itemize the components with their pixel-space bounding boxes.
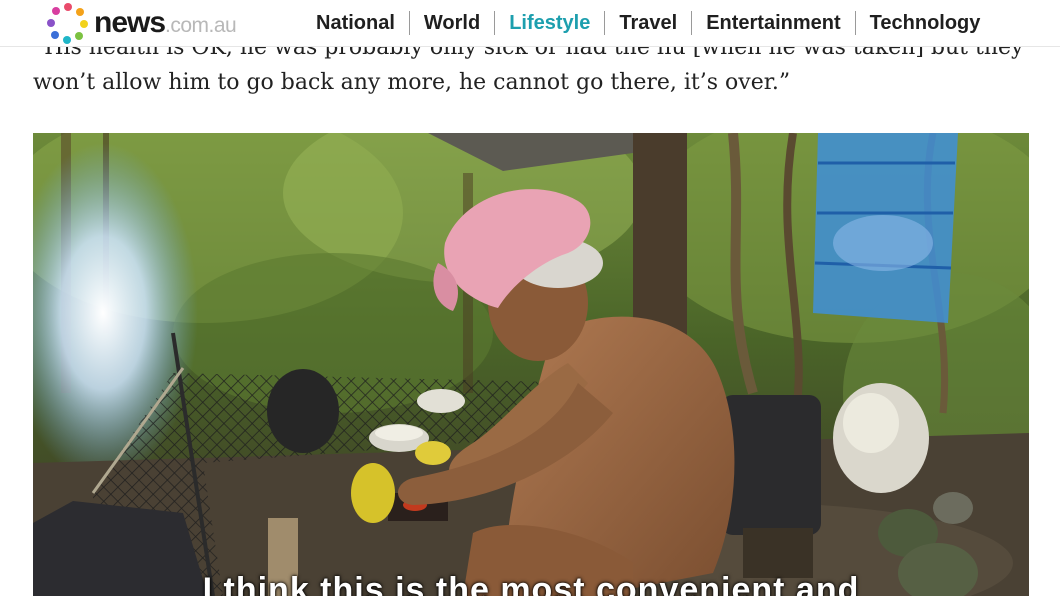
logo-tld-text: .com.au — [165, 14, 237, 37]
photo-illustration — [33, 133, 1029, 596]
logo-dots-icon — [46, 2, 90, 44]
nav-item-technology[interactable]: Technology — [856, 12, 995, 35]
site-header: news .com.au National World Lifestyle Tr… — [0, 0, 1060, 47]
nav-item-travel[interactable]: Travel — [605, 12, 691, 35]
nav-item-world[interactable]: World — [410, 12, 494, 35]
nav-item-lifestyle[interactable]: Lifestyle — [495, 12, 604, 35]
nav-item-national[interactable]: National — [316, 12, 409, 35]
video-subtitle: I think this is the most convenient and — [202, 571, 860, 596]
site-logo[interactable]: news .com.au — [46, 2, 237, 44]
nav-item-entertainment[interactable]: Entertainment — [692, 12, 854, 35]
logo-wordmark: news .com.au — [94, 6, 237, 40]
article-photo[interactable]: I think this is the most convenient and — [33, 133, 1029, 596]
main-nav: National World Lifestyle Travel Entertai… — [316, 0, 994, 46]
logo-news-text: news — [94, 6, 166, 39]
